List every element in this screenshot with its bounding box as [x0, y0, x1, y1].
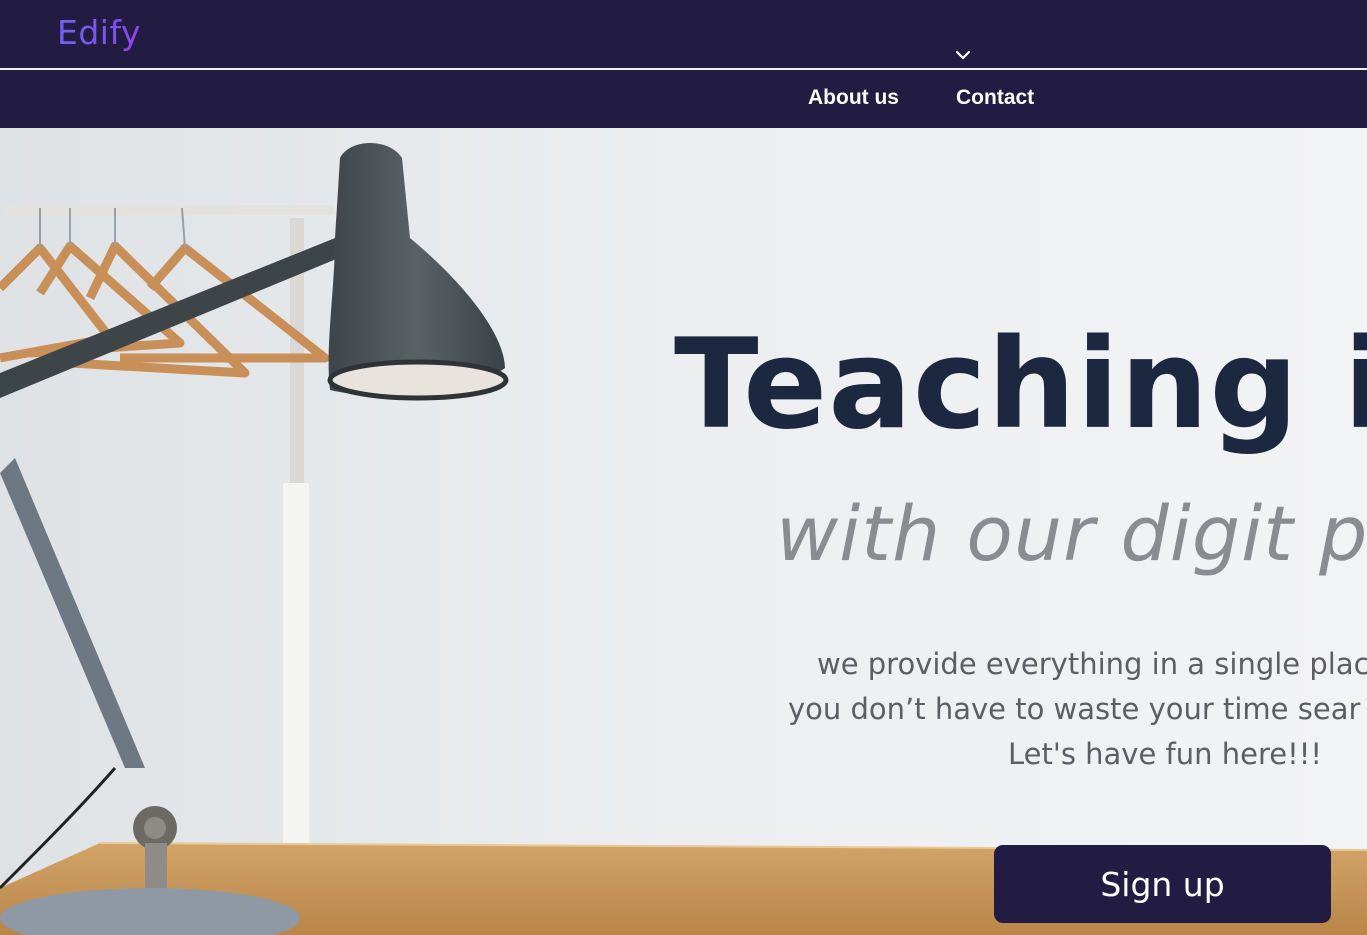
chevron-down-icon [955, 50, 971, 60]
edify-logo[interactable]: Edify [57, 13, 141, 52]
hero-description-line-1: we provide everything in a single plac [817, 647, 1367, 681]
nav-about-us-link[interactable]: About us [808, 86, 899, 110]
hero-subheadline: with our digit pla [776, 489, 1367, 578]
nav-contact-link[interactable]: Contact [956, 86, 1034, 110]
hero-section: Teaching is with our digit pla we provid… [0, 128, 1367, 935]
sign-up-button[interactable]: Sign up [994, 845, 1331, 923]
top-brand-bar: Edify [0, 0, 1367, 68]
hero-description-line-2: you don’t have to waste your time sear [788, 692, 1361, 726]
dropdown-toggle[interactable] [948, 44, 978, 66]
main-navbar: About us Contact [0, 70, 1367, 128]
hero-description-line-3: Let's have fun here!!! [1008, 737, 1322, 771]
hero-headline: Teaching is [674, 313, 1367, 457]
